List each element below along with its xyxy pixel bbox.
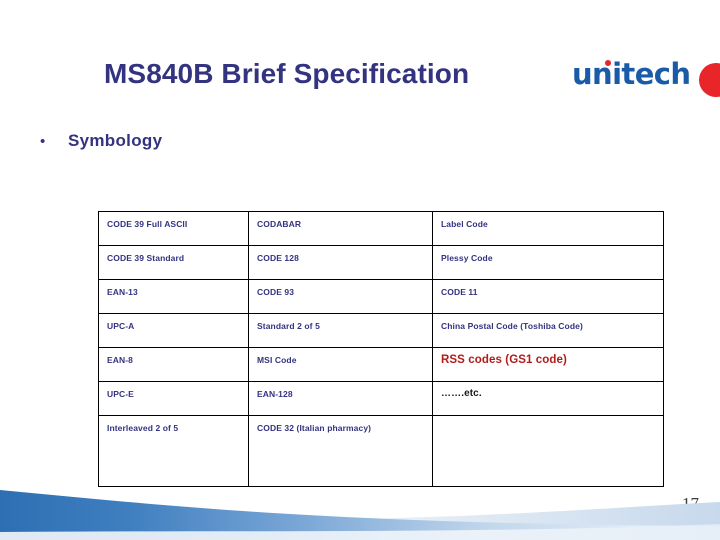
table-row: UPC-E EAN-128 …….etc. xyxy=(98,381,664,416)
bullet-point-icon: • xyxy=(40,133,46,150)
table-cell-symbology: Label Code xyxy=(432,211,664,246)
table-cell-symbology: Plessy Code xyxy=(432,245,664,280)
table-cell-symbology: CODE 32 (Italian pharmacy) xyxy=(248,415,433,487)
table-cell-symbology: CODE 128 xyxy=(248,245,433,280)
table-cell-etc: …….etc. xyxy=(432,381,664,416)
table-cell-symbology: EAN-8 xyxy=(98,347,249,382)
table-cell-symbology: CODE 39 Standard xyxy=(98,245,249,280)
table-row: UPC-A Standard 2 of 5 China Postal Code … xyxy=(98,313,664,348)
table-row: EAN-13 CODE 93 CODE 11 xyxy=(98,279,664,314)
unitech-logo: unitech xyxy=(572,57,720,103)
table-cell-symbology xyxy=(432,415,664,487)
page-number: 17 xyxy=(682,494,699,513)
symbology-table: CODE 39 Full ASCII CODABAR Label Code CO… xyxy=(98,211,664,487)
page-title: MS840B Brief Specification xyxy=(104,58,470,89)
logo-i-dot-icon xyxy=(605,60,611,66)
slide-canvas: unitech MS840B Brief Specification • Sym… xyxy=(0,0,720,540)
footer-wave-decoration xyxy=(0,480,720,540)
logo-wordmark: unitech xyxy=(572,57,691,91)
section-heading-label: Symbology xyxy=(68,131,163,150)
table-cell-symbology: UPC-E xyxy=(98,381,249,416)
table-row: Interleaved 2 of 5 CODE 32 (Italian phar… xyxy=(98,415,664,487)
section-heading: • Symbology xyxy=(40,130,162,153)
table-cell-symbology: China Postal Code (Toshiba Code) xyxy=(432,313,664,348)
table-cell-symbology: CODE 11 xyxy=(432,279,664,314)
table-cell-symbology: EAN-128 xyxy=(248,381,433,416)
table-row: EAN-8 MSI Code RSS codes (GS1 code) xyxy=(98,347,664,382)
wave-graphic-icon xyxy=(0,490,720,540)
table-cell-symbology: CODABAR xyxy=(248,211,433,246)
table-cell-rss-highlight: RSS codes (GS1 code) xyxy=(432,347,664,382)
table-cell-symbology: Interleaved 2 of 5 xyxy=(98,415,249,487)
table-cell-symbology: CODE 93 xyxy=(248,279,433,314)
table-cell-symbology: CODE 39 Full ASCII xyxy=(98,211,249,246)
table-cell-symbology: MSI Code xyxy=(248,347,433,382)
table-cell-symbology: UPC-A xyxy=(98,313,249,348)
logo-red-circle-icon xyxy=(699,63,720,97)
table-row: CODE 39 Full ASCII CODABAR Label Code xyxy=(98,211,664,246)
table-row: CODE 39 Standard CODE 128 Plessy Code xyxy=(98,245,664,280)
symbology-table-body: CODE 39 Full ASCII CODABAR Label Code CO… xyxy=(98,211,664,487)
table-cell-symbology: Standard 2 of 5 xyxy=(248,313,433,348)
table-cell-symbology: EAN-13 xyxy=(98,279,249,314)
